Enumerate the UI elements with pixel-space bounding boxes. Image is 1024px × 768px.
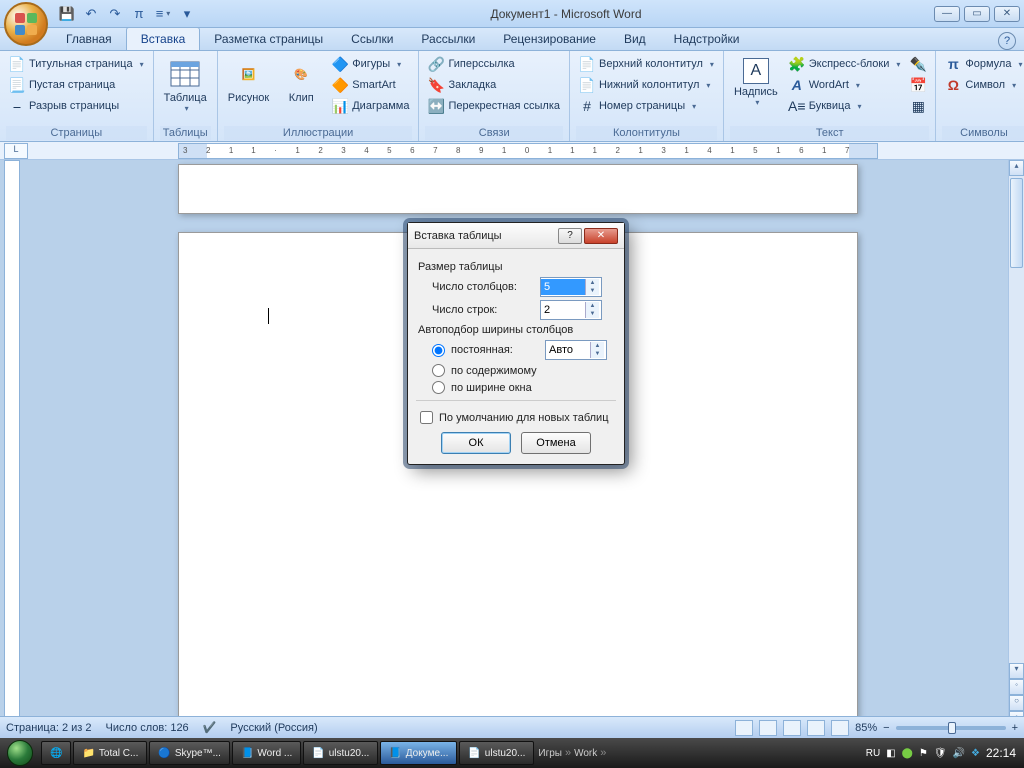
cols-label: Число столбцов: <box>432 281 534 293</box>
default-checkbox[interactable] <box>420 411 433 424</box>
radio-window-label: по ширине окна <box>451 382 532 394</box>
fixed-width-spinner[interactable]: ▲▼ <box>545 340 607 360</box>
autofit-group-label: Автоподбор ширины столбцов <box>418 324 614 336</box>
dialog-title: Вставка таблицы <box>414 230 556 242</box>
dialog-close-button[interactable]: ✕ <box>584 228 618 244</box>
cols-down[interactable]: ▼ <box>585 287 599 295</box>
rows-input[interactable] <box>541 302 585 318</box>
cols-spinner[interactable]: ▲▼ <box>540 277 602 297</box>
radio-window[interactable] <box>432 381 445 394</box>
radio-content-label: по содержимому <box>451 365 537 377</box>
cols-up[interactable]: ▲ <box>585 279 599 287</box>
fixed-width-input[interactable] <box>546 342 590 358</box>
dialog-help-button[interactable]: ? <box>558 228 582 244</box>
default-checkbox-label: По умолчанию для новых таблиц <box>439 412 609 424</box>
insert-table-dialog: Вставка таблицы ? ✕ Размер таблицы Число… <box>407 222 625 465</box>
ok-button[interactable]: ОК <box>441 432 511 454</box>
cancel-button[interactable]: Отмена <box>521 432 591 454</box>
radio-content[interactable] <box>432 364 445 377</box>
radio-fixed-label: постоянная: <box>451 344 539 356</box>
rows-label: Число строк: <box>432 304 534 316</box>
rows-spinner[interactable]: ▲▼ <box>540 300 602 320</box>
modal-overlay: Вставка таблицы ? ✕ Размер таблицы Число… <box>0 0 1024 768</box>
rows-down[interactable]: ▼ <box>585 310 599 318</box>
fixed-up[interactable]: ▲ <box>590 342 604 350</box>
cols-input[interactable] <box>541 279 585 295</box>
radio-fixed[interactable] <box>432 344 445 357</box>
rows-up[interactable]: ▲ <box>585 302 599 310</box>
dialog-titlebar[interactable]: Вставка таблицы ? ✕ <box>408 223 624 249</box>
fixed-down[interactable]: ▼ <box>590 350 604 358</box>
size-group-label: Размер таблицы <box>418 261 614 273</box>
